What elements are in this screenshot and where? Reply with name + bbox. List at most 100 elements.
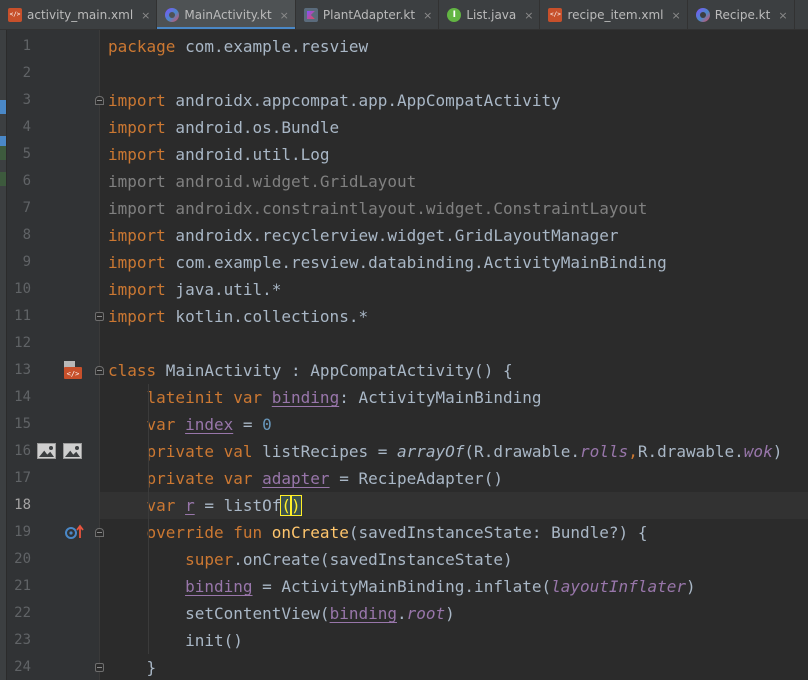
tab-label: Recipe.kt [714, 8, 771, 22]
code-line[interactable]: } [100, 654, 808, 680]
gutter-line[interactable]: 14 [7, 384, 100, 411]
code-token: MainActivity : AppCompatActivity() { [156, 361, 513, 380]
line-number: 10 [14, 281, 31, 297]
code-line[interactable]: import androidx.constraintlayout.widget.… [100, 195, 808, 222]
gutter-line[interactable]: 3 [7, 87, 104, 114]
code-token: : ActivityMainBinding [339, 388, 542, 407]
line-number: 13 [14, 362, 31, 378]
code-token: com.example.resview [175, 37, 369, 56]
code-line[interactable]: import java.util.* [100, 276, 808, 303]
line-number: 20 [14, 551, 31, 567]
close-icon[interactable]: × [141, 9, 150, 22]
line-number-gutter[interactable]: 1 2 3 4 5 6 7 8 9 10 11 12 13 14 15 16 17 18 19 20 21 22 23 24 <… [7, 30, 104, 680]
code-token: adapter [262, 469, 330, 488]
tab-mainactivity-kt[interactable]: MainActivity.kt × [157, 0, 296, 29]
gutter-line[interactable]: 11 [7, 303, 104, 330]
code-token: kotlin.collections.* [165, 307, 369, 326]
code-line[interactable]: lateinit var binding: ActivityMainBindin… [100, 384, 808, 411]
gutter-line[interactable]: 1 [7, 33, 100, 60]
code-token: super [185, 550, 234, 569]
code-line[interactable]: binding = ActivityMainBinding.inflate(la… [100, 573, 808, 600]
code-line[interactable]: import androidx.recyclerview.widget.Grid… [100, 222, 808, 249]
panel-marker [0, 146, 6, 160]
code-token: . [397, 604, 407, 623]
gutter-line[interactable]: 9 [7, 249, 100, 276]
tab-activity-main-xml[interactable]: activity_main.xml × [0, 0, 158, 29]
gutter-line[interactable]: 18 [7, 492, 100, 519]
code-line[interactable] [100, 60, 808, 87]
code-line[interactable]: class MainActivity : AppCompatActivity()… [100, 357, 808, 384]
gutter-line[interactable]: 7 [7, 195, 100, 222]
tab-recipe-kt[interactable]: Recipe.kt × [688, 0, 795, 29]
code-line[interactable]: super.onCreate(savedInstanceState) [100, 546, 808, 573]
gutter-line[interactable]: 2 [7, 60, 100, 87]
code-token: ) [685, 577, 696, 596]
gutter-line[interactable]: 15 [7, 411, 100, 438]
code-line[interactable]: init() [100, 627, 808, 654]
line-number: 17 [14, 470, 31, 486]
code-line[interactable]: private var adapter = RecipeAdapter() [100, 465, 808, 492]
code-line[interactable] [100, 330, 808, 357]
code-token: android.util.Log [165, 145, 330, 164]
code-token: var [146, 496, 186, 515]
code-line[interactable]: import kotlin.collections.* [100, 303, 808, 330]
close-icon[interactable]: × [524, 9, 533, 22]
code-line[interactable]: import android.widget.GridLayout [100, 168, 808, 195]
line-number: 8 [22, 227, 31, 243]
code-line[interactable]: import android.os.Bundle [100, 114, 808, 141]
java-interface-icon [447, 8, 462, 22]
code-editor[interactable]: package com.example.resview import androi… [100, 30, 808, 680]
gutter-line[interactable]: 19 [7, 519, 104, 546]
gutter-line[interactable]: 17 [7, 465, 100, 492]
close-icon[interactable]: × [672, 9, 681, 22]
code-token: androidx.appcompat.app.AppCompatActivity [165, 91, 561, 110]
code-line[interactable]: var r = listOf() [100, 492, 808, 519]
code-line[interactable]: import android.util.Log [100, 141, 808, 168]
code-line[interactable]: override fun onCreate(savedInstanceState… [100, 519, 808, 546]
code-line[interactable]: setContentView(binding.root) [100, 600, 808, 627]
gutter-line[interactable]: 12 [7, 330, 100, 357]
line-number: 18 [14, 497, 31, 513]
code-token: import [108, 307, 166, 326]
gutter-line[interactable]: 23 [7, 627, 100, 654]
project-panel-edge[interactable] [0, 30, 7, 680]
code-line[interactable]: import androidx.appcompat.app.AppCompatA… [100, 87, 808, 114]
tab-recipe-item-xml[interactable]: recipe_item.xml × [540, 0, 688, 29]
code-line[interactable]: package com.example.resview [100, 33, 808, 60]
code-line[interactable]: var index = 0 [100, 411, 808, 438]
code-token: android.os.Bundle [165, 118, 340, 137]
code-token: var [146, 415, 186, 434]
gutter-line[interactable]: 5 [7, 141, 100, 168]
layout-file-icon[interactable]: </> [63, 360, 83, 380]
gutter-line[interactable]: 4 [7, 114, 100, 141]
image-preview-icon[interactable] [63, 443, 82, 459]
code-token: listOf [223, 496, 282, 515]
close-icon[interactable]: × [423, 9, 432, 22]
gutter-line[interactable]: 24 [7, 654, 104, 680]
code-token: r [185, 496, 195, 515]
code-token: private var [146, 469, 263, 488]
override-method-icon[interactable] [65, 524, 85, 540]
code-token: .onCreate(savedInstanceState) [233, 550, 513, 569]
close-icon[interactable]: × [778, 9, 787, 22]
tab-list-java[interactable]: List.java × [439, 0, 541, 29]
code-line[interactable]: import com.example.resview.databinding.A… [100, 249, 808, 276]
gutter-line[interactable]: 8 [7, 222, 100, 249]
gutter-line[interactable]: 21 [7, 573, 100, 600]
line-number: 22 [14, 605, 31, 621]
gutter-line[interactable]: 22 [7, 600, 100, 627]
code-token: 0 [262, 415, 272, 434]
image-preview-icon[interactable] [37, 443, 56, 459]
gutter-line[interactable]: 10 [7, 276, 100, 303]
code-token: binding [329, 604, 397, 623]
close-icon[interactable]: × [280, 9, 289, 22]
tab-plantadapter-kt[interactable]: PlantAdapter.kt × [296, 0, 440, 29]
gutter-line[interactable]: 6 [7, 168, 100, 195]
gutter-line[interactable]: 13 [7, 357, 104, 384]
gutter-line[interactable]: 20 [7, 546, 100, 573]
code-token: androidx.recyclerview.widget.GridLayoutM… [165, 226, 619, 245]
code-line[interactable]: private val listRecipes = arrayOf(R.draw… [100, 438, 808, 465]
